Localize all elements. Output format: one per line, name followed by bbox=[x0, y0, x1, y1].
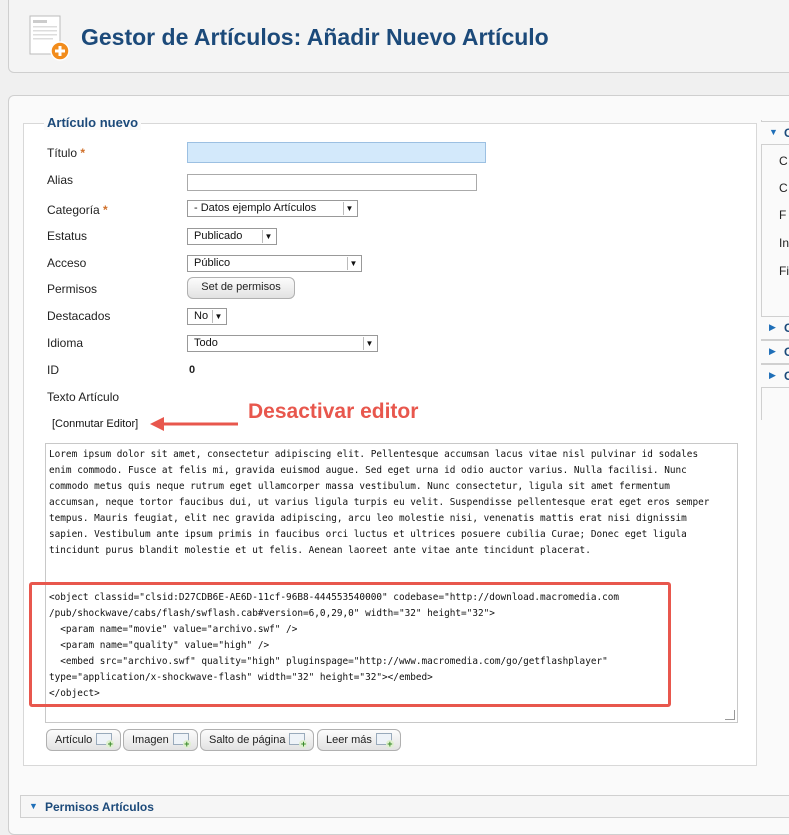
image-icon bbox=[172, 733, 191, 748]
access-value: Público bbox=[194, 257, 231, 269]
toggle-editor-link[interactable]: [Conmutar Editor] bbox=[52, 418, 138, 430]
chevron-down-icon: ▼ bbox=[212, 310, 224, 323]
sidebar-panel-title: C bbox=[784, 126, 789, 140]
annotation-arrow-icon bbox=[150, 417, 238, 431]
sidebar-panel-head[interactable]: ▶ C bbox=[761, 364, 789, 388]
sidebar-row: F bbox=[779, 208, 787, 222]
page-break-button[interactable]: Salto de página bbox=[200, 729, 315, 751]
permissions-label: Permisos bbox=[47, 282, 98, 296]
read-more-label: Leer más bbox=[326, 734, 372, 746]
language-label: Idioma bbox=[47, 336, 84, 350]
id-label: ID bbox=[47, 363, 59, 377]
sidebar-row: C bbox=[779, 154, 788, 168]
category-label: Categoría * bbox=[47, 203, 108, 217]
category-select[interactable]: - Datos ejemplo Artículos ▼ bbox=[187, 200, 358, 217]
page-header: Gestor de Artículos: Añadir Nuevo Artícu… bbox=[8, 0, 789, 73]
article-add-icon bbox=[29, 15, 70, 61]
sidebar-panel-head[interactable]: ▼ C bbox=[761, 121, 789, 145]
sidebar-panel-head[interactable]: ▶ C bbox=[761, 316, 789, 340]
language-select[interactable]: Todo ▼ bbox=[187, 335, 378, 352]
required-mark: * bbox=[80, 146, 86, 160]
chevron-down-icon: ▼ bbox=[343, 202, 355, 215]
chevron-down-icon: ▼ bbox=[769, 127, 778, 137]
page-break-icon bbox=[289, 733, 308, 748]
sidebar-panel-title: C bbox=[784, 369, 789, 383]
permissions-panel-title: Permisos Artículos bbox=[45, 800, 154, 814]
featured-select[interactable]: No ▼ bbox=[187, 308, 227, 325]
sidebar-row: In bbox=[779, 236, 789, 250]
access-select[interactable]: Público ▼ bbox=[187, 255, 362, 272]
alias-input[interactable] bbox=[187, 174, 477, 191]
editor-body-text: Lorem ipsum dolor sit amet, consectetur … bbox=[49, 449, 716, 556]
fieldset-legend: Artículo nuevo bbox=[44, 115, 142, 130]
status-value: Publicado bbox=[194, 230, 243, 242]
read-more-icon bbox=[375, 733, 394, 748]
chevron-right-icon: ▶ bbox=[769, 370, 776, 380]
sidebar-panel-head[interactable]: ▶ C bbox=[761, 340, 789, 364]
annotation-text: Desactivar editor bbox=[248, 400, 419, 423]
page-break-label: Salto de página bbox=[209, 734, 286, 746]
title-label-text: Título bbox=[47, 146, 78, 160]
insert-image-button[interactable]: Imagen bbox=[123, 729, 198, 751]
category-label-text: Categoría bbox=[47, 203, 100, 217]
status-label: Estatus bbox=[47, 229, 88, 243]
page-title: Gestor de Artículos: Añadir Nuevo Artícu… bbox=[81, 24, 549, 50]
sidebar-row: C bbox=[779, 181, 788, 195]
chevron-down-icon: ▼ bbox=[363, 337, 375, 350]
language-value: Todo bbox=[194, 337, 218, 349]
status-select[interactable]: Publicado ▼ bbox=[187, 228, 277, 245]
insert-image-label: Imagen bbox=[132, 734, 169, 746]
chevron-down-icon: ▼ bbox=[29, 801, 38, 811]
permissions-panel-head[interactable]: ▼ Permisos Artículos bbox=[20, 795, 789, 818]
category-value: - Datos ejemplo Artículos bbox=[194, 202, 317, 214]
chevron-down-icon: ▼ bbox=[262, 230, 274, 243]
insert-article-label: Artículo bbox=[55, 734, 93, 746]
article-icon bbox=[96, 733, 115, 748]
title-label: Título * bbox=[47, 146, 85, 160]
title-input[interactable] bbox=[187, 142, 486, 163]
sidebar-panel-title: C bbox=[784, 321, 789, 335]
featured-value: No bbox=[194, 310, 209, 322]
permissions-set-button[interactable]: Set de permisos bbox=[187, 277, 295, 299]
chevron-down-icon: ▼ bbox=[347, 257, 359, 270]
chevron-right-icon: ▶ bbox=[769, 346, 776, 356]
id-value: 0 bbox=[189, 364, 196, 376]
resize-handle-icon[interactable] bbox=[725, 710, 735, 720]
code-highlight-box bbox=[29, 582, 671, 707]
sidebar-panel-title: C bbox=[784, 345, 789, 359]
sidebar-row: Fi bbox=[779, 264, 789, 278]
chevron-right-icon: ▶ bbox=[769, 322, 776, 332]
featured-label: Destacados bbox=[47, 309, 111, 323]
article-text-label: Texto Artículo bbox=[47, 390, 120, 404]
alias-label: Alias bbox=[47, 173, 74, 187]
insert-article-button[interactable]: Artículo bbox=[46, 729, 122, 751]
access-label: Acceso bbox=[47, 256, 87, 270]
required-mark: * bbox=[103, 203, 108, 217]
read-more-button[interactable]: Leer más bbox=[317, 729, 401, 751]
